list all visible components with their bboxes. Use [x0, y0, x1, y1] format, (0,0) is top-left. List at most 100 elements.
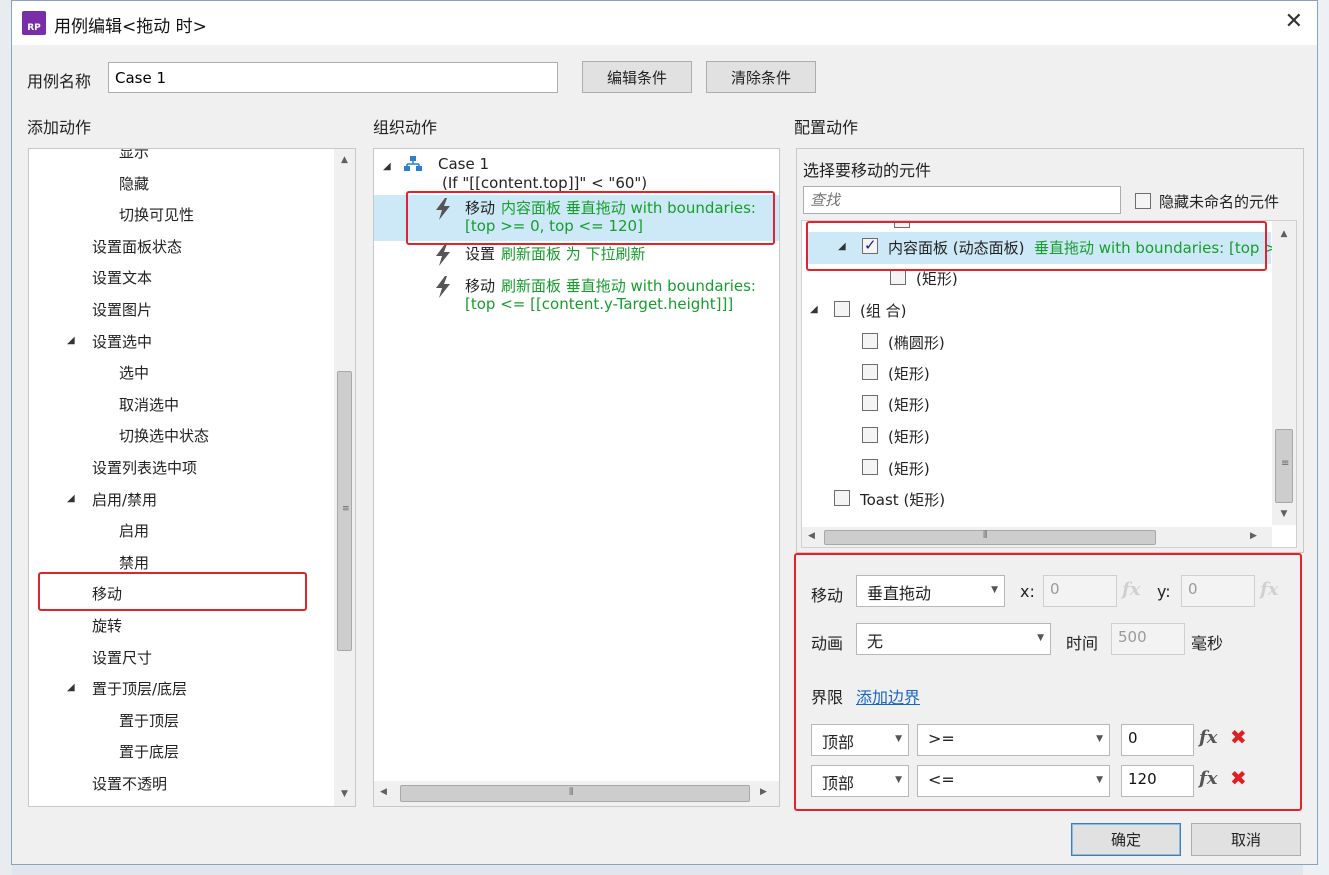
add-action-item[interactable]: 启用 [119, 520, 149, 541]
widget-checkbox[interactable] [862, 364, 878, 380]
case-name-input[interactable] [108, 62, 558, 93]
add-action-item[interactable]: 取消选中 [119, 394, 179, 415]
close-icon[interactable]: ✕ [1285, 9, 1303, 34]
widget-checkbox[interactable] [834, 490, 850, 506]
add-action-item[interactable]: 旋转 [92, 615, 122, 636]
widget-checkbox[interactable] [862, 236, 878, 254]
scroll-left-icon[interactable]: ◀ [380, 787, 387, 797]
expand-triangle-icon[interactable]: ◢ [838, 241, 846, 252]
boundary-value-input[interactable]: 0 [1121, 724, 1194, 756]
add-action-item[interactable]: 置于底层 [119, 741, 179, 762]
expand-triangle-icon[interactable]: ◢ [383, 161, 391, 172]
widget-checkbox[interactable] [862, 427, 878, 443]
case-name-label: 用例名称 [27, 72, 92, 91]
h-scroll-thumb[interactable]: ⦀ [400, 785, 750, 802]
scroll-thumb[interactable]: ≡ [337, 371, 352, 651]
widget-name[interactable]: (椭圆形) [888, 332, 945, 353]
widget-search-input[interactable] [803, 186, 1121, 214]
widget-name[interactable]: (矩形) [888, 426, 930, 447]
case-tree-icon [404, 156, 422, 172]
case-condition: (If "[[content.top]]" < "60") [442, 174, 648, 192]
boundary-edge-select[interactable]: 顶部 [811, 724, 909, 756]
widget-checkbox[interactable] [862, 459, 878, 475]
expand-triangle-icon[interactable]: ◢ [67, 493, 75, 504]
tree-checkbox[interactable] [894, 221, 910, 228]
expand-triangle-icon[interactable]: ◢ [67, 335, 75, 346]
organize-hscrollbar[interactable]: ◀ ⦀ ▶ [374, 781, 779, 806]
action-verb[interactable]: 设置 [465, 243, 495, 264]
boundary-value-input[interactable]: 120 [1121, 765, 1194, 797]
add-action-item[interactable]: 显示 [119, 149, 149, 162]
scroll-up-icon[interactable]: ▲ [1272, 229, 1296, 239]
widget-name[interactable]: Toast (矩形) [860, 489, 945, 510]
x-label: x: [1020, 582, 1035, 601]
widget-name[interactable]: (矩形) [916, 268, 958, 289]
scroll-down-icon[interactable]: ▼ [334, 789, 355, 799]
add-action-item[interactable]: 切换可见性 [119, 204, 194, 225]
add-boundary-link[interactable]: 添加边界 [856, 684, 920, 708]
clear-condition-button[interactable]: 清除条件 [706, 61, 816, 93]
widget-name[interactable]: (矩形) [888, 394, 930, 415]
add-action-item[interactable]: 设置文本 [92, 267, 152, 288]
boundary-operator-select[interactable]: <= [917, 765, 1110, 797]
widget-name[interactable]: 内容面板 (动态面板) [888, 237, 1024, 258]
widget-selector-panel: 选择要移动的元件 隐藏未命名的元件 ◢ 内容面板 (动态面板) 垂直拖动 with … [796, 148, 1304, 553]
case-title[interactable]: Case 1 [438, 155, 489, 173]
action-detail[interactable]: 刷新面板 为 下拉刷新 [501, 243, 646, 264]
move-type-select[interactable]: 垂直拖动 [856, 575, 1005, 607]
widget-checkbox[interactable] [834, 301, 850, 317]
add-action-item[interactable]: 设置不透明 [92, 773, 167, 794]
action-detail-bounds[interactable]: [top >= 0, top <= 120] [465, 217, 643, 235]
action-verb[interactable]: 移动 [465, 275, 495, 296]
add-action-item[interactable]: 禁用 [119, 552, 149, 573]
add-action-item[interactable]: 置于顶层/底层 [92, 678, 187, 699]
add-action-item[interactable]: 移动 [92, 583, 122, 604]
add-action-item[interactable]: 设置图片 [92, 299, 152, 320]
widget-name[interactable]: (矩形) [888, 363, 930, 384]
expand-triangle-icon[interactable]: ◢ [810, 304, 818, 315]
action-detail[interactable]: 内容面板 垂直拖动 with boundaries: [501, 197, 756, 218]
add-action-scrollbar[interactable]: ▲ ≡ ▼ [334, 149, 355, 806]
add-action-item[interactable]: 设置选中 [92, 331, 152, 352]
grip-icon: ≡ [1281, 458, 1290, 469]
boundary-label: 界限 [811, 688, 844, 707]
widget-name[interactable]: (矩形) [888, 458, 930, 479]
widget-checkbox[interactable] [862, 333, 878, 349]
boundary-operator-select[interactable]: >= [917, 724, 1110, 756]
widget-name[interactable]: (组 合) [860, 300, 906, 321]
add-action-tree: 显示隐藏切换可见性设置面板状态 设置文本设置图片 ◢ 设置选中选中取消选中切换选中状态… [28, 148, 356, 807]
add-action-item[interactable]: 切换选中状态 [119, 425, 209, 446]
add-action-item[interactable]: 设置尺寸 [92, 647, 152, 668]
widget-checkbox[interactable] [890, 269, 906, 285]
boundary-edge-select[interactable]: 顶部 [811, 765, 909, 797]
add-action-item[interactable]: 启用/禁用 [92, 489, 157, 510]
h-scroll-thumb[interactable]: ⦀ [824, 530, 1156, 545]
scroll-down-icon[interactable]: ▼ [1272, 509, 1296, 519]
scroll-left-icon[interactable]: ◀ [808, 531, 815, 541]
ok-button[interactable]: 确定 [1071, 823, 1181, 856]
scroll-thumb[interactable]: ≡ [1275, 429, 1293, 503]
edit-condition-button[interactable]: 编辑条件 [582, 61, 692, 93]
expand-triangle-icon[interactable]: ◢ [67, 682, 75, 693]
scroll-right-icon[interactable]: ▶ [760, 787, 767, 797]
action-verb[interactable]: 移动 [465, 197, 495, 218]
action-detail[interactable]: 刷新面板 垂直拖动 with boundaries: [501, 275, 756, 296]
delete-icon[interactable]: ✖ [1230, 725, 1247, 749]
scroll-up-icon[interactable]: ▲ [334, 155, 355, 165]
add-action-item[interactable]: 置于顶层 [119, 710, 179, 731]
widget-tree-vscrollbar[interactable]: ▲ ≡ ▼ [1272, 221, 1296, 525]
fx-icon[interactable]: fx [1199, 727, 1217, 748]
cancel-button[interactable]: 取消 [1191, 823, 1301, 856]
add-action-item[interactable]: 设置面板状态 [92, 236, 182, 257]
fx-icon[interactable]: fx [1199, 768, 1217, 789]
widget-tree-hscrollbar[interactable]: ◀ ⦀ ▶ [802, 527, 1272, 547]
add-action-item[interactable]: 选中 [119, 362, 149, 383]
widget-checkbox[interactable] [862, 395, 878, 411]
add-action-item[interactable]: 设置列表选中项 [92, 457, 197, 478]
delete-icon[interactable]: ✖ [1230, 766, 1247, 790]
hide-unnamed-checkbox[interactable] [1135, 193, 1151, 209]
animation-select[interactable]: 无 [856, 623, 1051, 655]
scroll-right-icon[interactable]: ▶ [1250, 531, 1257, 541]
action-detail-bounds[interactable]: [top <= [[content.y-Target.height]]] [465, 295, 733, 313]
add-action-item[interactable]: 隐藏 [119, 173, 149, 194]
